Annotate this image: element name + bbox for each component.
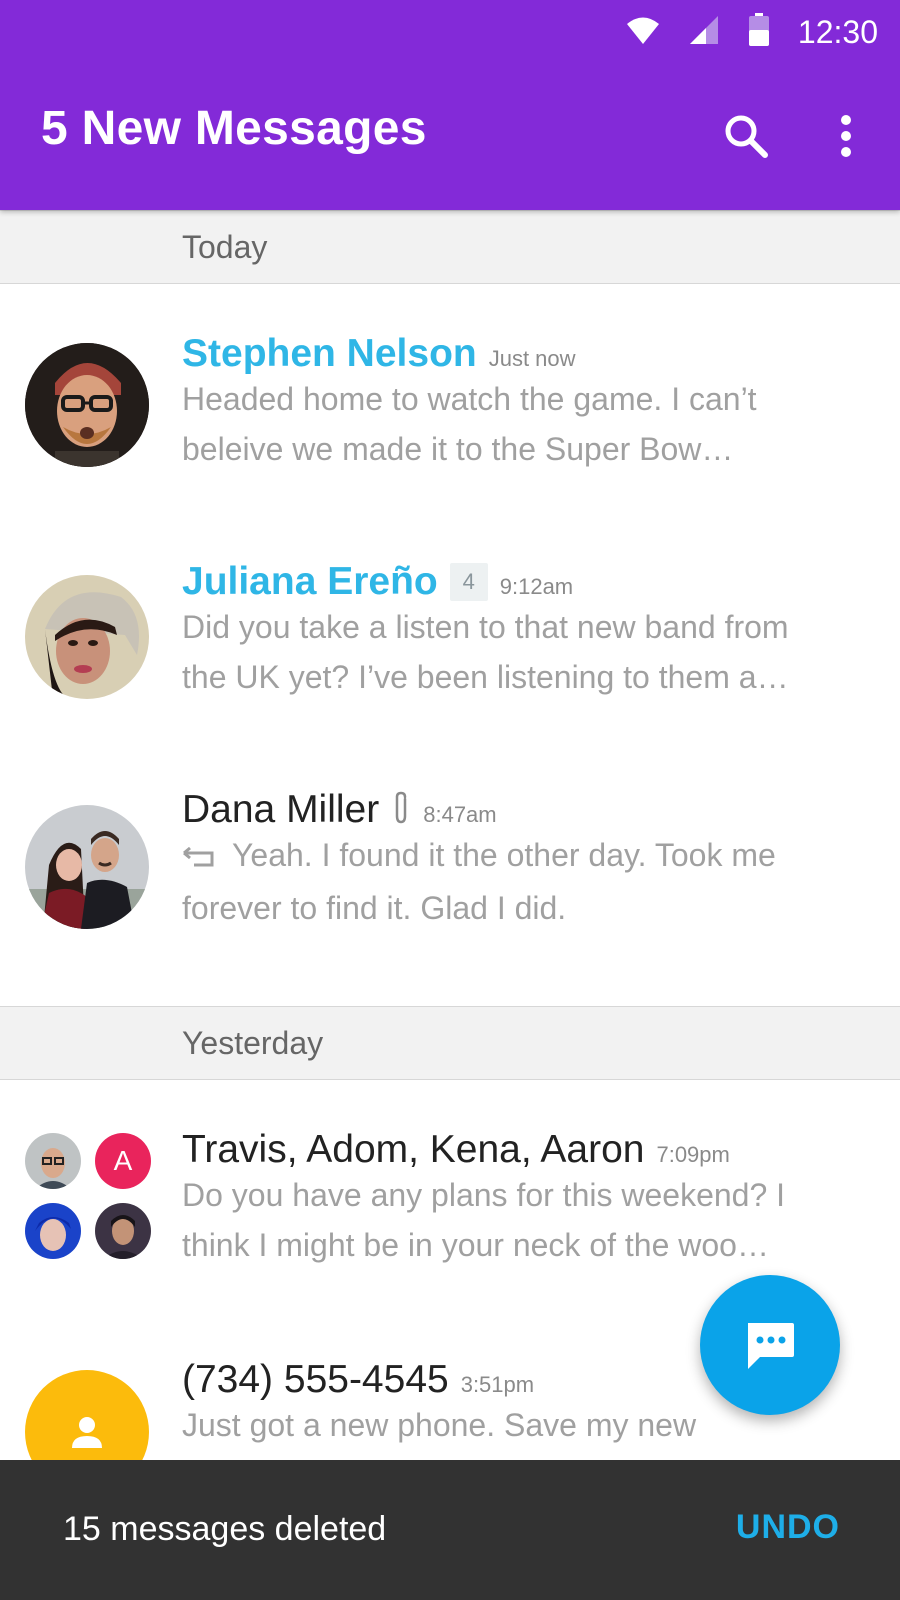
conversation-item[interactable]: Stephen Nelson Just now Headed home to w… xyxy=(0,310,900,540)
preview-line: think I might be in your neck of the woo… xyxy=(182,1227,769,1263)
conversation-header: (734) 555-4545 3:51pm xyxy=(182,1358,534,1402)
person-icon xyxy=(72,1417,102,1448)
conversation-item[interactable]: Dana Miller 8:47am Yeah. I found it the … xyxy=(0,770,900,1000)
preview-line: Do you have any plans for this weekend? … xyxy=(182,1177,786,1213)
attachment-icon xyxy=(391,791,411,830)
contact-name: Stephen Nelson xyxy=(182,332,477,375)
preview-line: beleive we made it to the Super Bow… xyxy=(182,431,734,467)
section-header-yesterday: Yesterday xyxy=(0,1006,900,1080)
avatar-initial: A xyxy=(95,1133,151,1189)
app-bar: 12:30 5 New Messages xyxy=(0,0,900,210)
avatar xyxy=(25,1203,81,1259)
message-count-badge: 4 xyxy=(449,563,488,601)
new-message-icon xyxy=(748,1323,794,1369)
contact-name: Juliana Ereño xyxy=(182,560,438,603)
preview-line: Did you take a listen to that new band f… xyxy=(182,609,789,645)
snackbar: 15 messages deleted UNDO xyxy=(0,1460,900,1600)
conversation-header: Stephen Nelson Just now xyxy=(182,332,576,376)
message-time: 8:47am xyxy=(423,802,497,827)
search-button[interactable] xyxy=(722,112,770,160)
message-time: 3:51pm xyxy=(460,1372,535,1397)
group-avatar: A xyxy=(25,1133,151,1259)
overflow-menu-button[interactable] xyxy=(822,112,870,160)
conversation-header: Juliana Ereño 4 9:12am xyxy=(182,560,573,604)
avatar xyxy=(25,805,149,929)
conversation-header: Travis, Adom, Kena, Aaron 7:09pm xyxy=(182,1128,730,1172)
contact-name: Travis, Adom, Kena, Aaron xyxy=(182,1128,645,1171)
wifi-icon xyxy=(626,15,660,50)
message-time: 9:12am xyxy=(499,574,574,599)
message-preview: Headed home to watch the game. I can’t b… xyxy=(182,374,862,474)
messaging-app-screen: 12:30 5 New Messages Today Stephen Nelso… xyxy=(0,0,900,1600)
conversation-header: Dana Miller 8:47am xyxy=(182,788,497,832)
avatar xyxy=(95,1203,151,1259)
battery-icon xyxy=(748,12,770,52)
preview-line: the UK yet? I’ve been listening to them … xyxy=(182,659,789,695)
undo-button[interactable]: UNDO xyxy=(736,1508,840,1547)
status-time: 12:30 xyxy=(797,13,878,50)
avatar xyxy=(25,1133,81,1189)
app-bar-actions xyxy=(722,112,870,160)
status-bar: 12:30 xyxy=(626,12,878,52)
contact-name: Dana Miller xyxy=(182,788,380,831)
section-header-today: Today xyxy=(0,210,900,284)
message-preview: Do you have any plans for this weekend? … xyxy=(182,1170,862,1270)
reply-icon xyxy=(182,833,232,883)
message-preview: Yeah. I found it the other day. Took me … xyxy=(182,830,862,933)
message-time: Just now xyxy=(488,346,576,371)
preview-line: forever to find it. Glad I did. xyxy=(182,889,567,926)
conversation-item[interactable]: Juliana Ereño 4 9:12am Did you take a li… xyxy=(0,540,900,770)
cell-signal-icon xyxy=(688,15,720,50)
new-message-button[interactable] xyxy=(700,1275,840,1415)
avatar xyxy=(25,343,149,467)
preview-text: Yeah. I found it the other day. Took me xyxy=(232,837,776,873)
preview-line: Yeah. I found it the other day. Took me xyxy=(182,830,862,883)
search-icon xyxy=(725,115,768,158)
avatar xyxy=(25,575,149,699)
message-time: 7:09pm xyxy=(656,1142,730,1167)
contact-name: (734) 555-4545 xyxy=(182,1358,449,1401)
snackbar-message: 15 messages deleted xyxy=(63,1510,387,1548)
message-preview: Did you take a listen to that new band f… xyxy=(182,602,862,702)
preview-line: Headed home to watch the game. I can’t xyxy=(182,381,757,417)
overflow-menu-icon xyxy=(841,115,851,157)
page-title: 5 New Messages xyxy=(41,102,427,155)
